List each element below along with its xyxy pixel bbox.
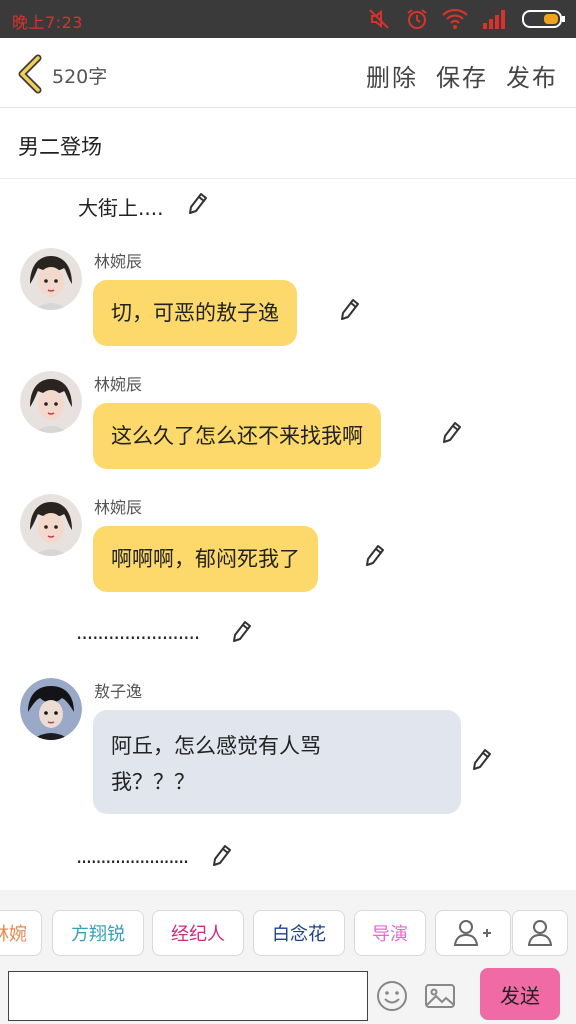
speaker-name: 林婉辰 xyxy=(94,252,143,271)
battery-icon xyxy=(522,10,565,28)
chat-bubble[interactable]: 切，可恶的敖子逸 xyxy=(93,280,297,346)
app-root: 晚上7:23 520字 删除 保存 发布 男二登场 大街上.... 林婉辰 切，… xyxy=(0,0,576,1024)
role-chip[interactable]: 方翔锐 xyxy=(52,910,144,956)
status-icons xyxy=(368,7,566,31)
role-label: 导演 xyxy=(372,924,408,945)
role-label: 方翔锐 xyxy=(71,924,125,945)
speaker-name: 林婉辰 xyxy=(94,498,143,517)
role-chip[interactable]: 经纪人 xyxy=(152,910,244,956)
delete-button[interactable]: 删除 xyxy=(366,58,418,93)
narrator-role-button[interactable] xyxy=(512,910,568,956)
role-label: 白念花 xyxy=(272,924,326,945)
role-selector-bar: 林婉 方翔锐 经纪人 白念花 导演 xyxy=(0,890,576,970)
compose-bar: 发送 xyxy=(0,962,576,1024)
emoji-icon[interactable] xyxy=(376,980,408,1012)
avatar-lin[interactable] xyxy=(20,371,82,433)
message-input[interactable] xyxy=(8,971,368,1021)
speaker-name: 敖子逸 xyxy=(94,682,143,701)
avatar-lin[interactable] xyxy=(20,248,82,310)
word-count: 520字 xyxy=(52,66,108,88)
message-text: 这么久了怎么还不来找我啊 xyxy=(111,424,363,448)
chat-bubble[interactable]: 阿丘，怎么感觉有人骂 我？？？ xyxy=(93,710,461,814)
back-chevron-icon[interactable] xyxy=(14,54,48,94)
story-chat-list: 大街上.... 林婉辰 切，可恶的敖子逸 林婉辰 这么久了怎么还不来找我啊 林婉… xyxy=(0,180,576,890)
add-role-button[interactable] xyxy=(435,910,511,956)
story-title: 男二登场 xyxy=(18,135,102,159)
pencil-icon[interactable] xyxy=(365,544,385,566)
avatar-lin[interactable] xyxy=(20,494,82,556)
image-icon[interactable] xyxy=(424,980,456,1012)
pencil-icon[interactable] xyxy=(442,421,462,443)
message-text: 切，可恶的敖子逸 xyxy=(111,301,279,325)
chat-bubble[interactable]: 这么久了怎么还不来找我啊 xyxy=(93,403,381,469)
avatar-ao[interactable] xyxy=(20,678,82,740)
narration-text[interactable]: 大街上.... xyxy=(78,192,163,221)
person-icon xyxy=(527,920,553,946)
send-button[interactable]: 发送 xyxy=(480,968,560,1020)
role-chip[interactable]: 导演 xyxy=(354,910,426,956)
role-chip[interactable]: 林婉 xyxy=(0,910,42,956)
wifi-icon xyxy=(442,9,468,29)
role-label: 经纪人 xyxy=(171,924,225,945)
message-text-line: 我？？？ xyxy=(111,770,195,794)
save-button[interactable]: 保存 xyxy=(436,58,488,93)
role-chip[interactable]: 白念花 xyxy=(253,910,345,956)
pencil-icon[interactable] xyxy=(188,192,208,214)
header-actions: 删除 保存 发布 xyxy=(366,58,558,93)
signal-icon xyxy=(483,10,505,29)
pencil-icon[interactable] xyxy=(232,620,252,642)
status-bar: 晚上7:23 xyxy=(0,0,576,38)
pencil-icon[interactable] xyxy=(472,748,492,770)
role-label: 林婉 xyxy=(0,924,27,945)
publish-button[interactable]: 发布 xyxy=(506,58,558,93)
add-person-icon xyxy=(453,920,491,946)
status-time: 晚上7:23 xyxy=(12,13,83,32)
narration-text[interactable]: ....................... xyxy=(76,844,189,868)
speaker-name: 林婉辰 xyxy=(94,375,143,394)
narration-text[interactable]: ....................... xyxy=(76,620,200,644)
message-text: 啊啊啊，郁闷死我了 xyxy=(111,547,300,571)
top-bar: 520字 删除 保存 发布 xyxy=(0,38,576,108)
pencil-icon[interactable] xyxy=(212,844,232,866)
mute-icon xyxy=(369,9,389,29)
message-text-line: 阿丘，怎么感觉有人骂 xyxy=(111,734,321,758)
alarm-icon xyxy=(407,9,427,29)
chat-bubble[interactable]: 啊啊啊，郁闷死我了 xyxy=(93,526,318,592)
story-title-bar[interactable]: 男二登场 xyxy=(0,109,576,179)
pencil-icon[interactable] xyxy=(340,298,360,320)
send-label: 发送 xyxy=(500,983,540,1008)
